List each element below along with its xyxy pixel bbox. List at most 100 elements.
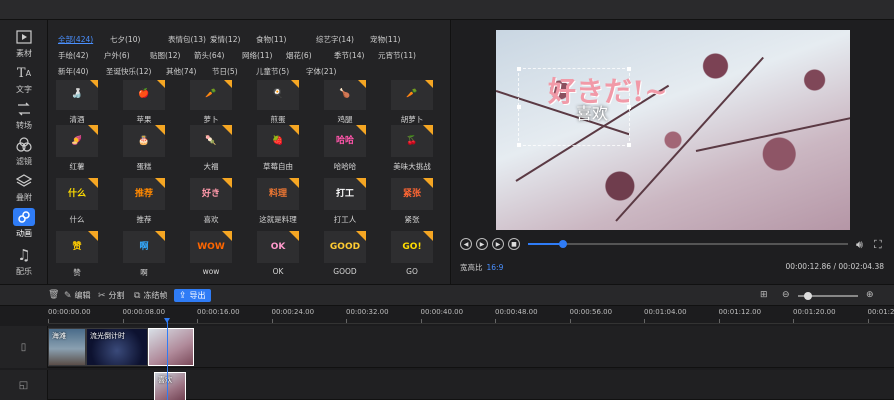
split-button[interactable]: ✂ 分割 xyxy=(98,290,125,301)
playhead[interactable] xyxy=(164,318,170,400)
sticker-tile[interactable]: 🎂 蛋糕 xyxy=(123,125,165,172)
sticker-tile[interactable]: 🍶 清酒 xyxy=(56,80,98,125)
category-tab[interactable]: 圣诞快乐(12) xyxy=(106,66,151,77)
sticker-name: 美味大挑战 xyxy=(393,162,431,171)
download-badge-icon xyxy=(289,125,299,135)
sidebar-item-media[interactable]: 素材 xyxy=(0,28,48,64)
stop-button[interactable]: ■ xyxy=(508,238,520,250)
sticker-tile[interactable]: 赞赞 xyxy=(56,231,98,278)
ruler-tick xyxy=(122,319,124,323)
category-tab[interactable]: 季节(14) xyxy=(334,50,364,61)
category-tab[interactable]: 儿童节(5) xyxy=(256,66,289,77)
sticker-tile[interactable]: 🥕 萝卜 xyxy=(190,80,232,125)
ruler-tick xyxy=(793,319,794,323)
sidebar-item-music[interactable]: ♫ 配乐 xyxy=(0,246,48,282)
sidebar-item-text[interactable]: TA 文字 xyxy=(0,64,48,100)
category-tab[interactable]: 字体(21) xyxy=(306,66,336,77)
forward-button[interactable]: ▶ xyxy=(492,238,504,250)
category-tab[interactable]: 新年(40) xyxy=(58,66,88,77)
category-tab[interactable]: 烟花(6) xyxy=(286,50,312,61)
category-tab[interactable]: 综艺字(14) xyxy=(316,34,354,45)
sticker-tile[interactable]: 🍒 美味大挑战 xyxy=(391,125,433,172)
sticker-tile[interactable]: 🍓 草莓自由 xyxy=(257,125,299,172)
zoom-out-icon[interactable]: ⊖ xyxy=(782,290,793,300)
sticker-art: WOW xyxy=(197,241,225,252)
overlay-track[interactable]: 喜欢 xyxy=(48,370,894,400)
progress-knob[interactable] xyxy=(559,240,568,248)
sticker-tile[interactable]: 🥕 胡萝卜 xyxy=(391,80,433,125)
sticker-art: 🍒 xyxy=(406,135,418,146)
fullscreen-icon[interactable]: ⛶ xyxy=(874,238,882,252)
category-tab[interactable]: 贴图(12) xyxy=(150,50,180,61)
clip-beach[interactable]: 海滩 xyxy=(48,328,86,366)
category-tab[interactable]: 爱情(12) xyxy=(210,34,240,45)
category-tab[interactable]: 户外(6) xyxy=(104,50,130,61)
clip-overlay-text[interactable]: 喜欢 xyxy=(154,372,186,400)
sticker-tile[interactable]: 推荐 推荐 xyxy=(123,178,165,225)
sticker-tile[interactable]: WOW wow xyxy=(190,231,232,276)
sidebar-item-overlay[interactable]: 叠附 xyxy=(0,172,48,208)
category-tab[interactable]: 七夕(10) xyxy=(110,34,140,45)
preview-video[interactable]: 好きだ!~ 喜欢 xyxy=(496,30,850,230)
clip-blossom[interactable] xyxy=(148,328,194,366)
playback-progress-bar[interactable] xyxy=(528,240,848,248)
sticker-thumbnail: 🍓 xyxy=(257,125,299,157)
folder-play-icon xyxy=(13,28,35,46)
sticker-thumbnail: 紧张 xyxy=(391,178,433,210)
delete-button[interactable]: 🗑︎ xyxy=(48,290,62,300)
sticker-tile[interactable]: 什么 什么 xyxy=(56,178,98,225)
sticker-thumbnail: 🍒 xyxy=(391,125,433,157)
aspect-ratio-value: 16:9 xyxy=(486,263,504,272)
aspect-ratio[interactable]: 宽高比 16:9 xyxy=(460,262,503,273)
category-tab[interactable]: 全部(424) xyxy=(58,34,93,45)
sticker-tile[interactable]: 🍗 鸡腿 xyxy=(324,80,366,125)
sidebar-item-animation[interactable]: 动画 xyxy=(0,208,48,244)
timeline-ruler[interactable]: 00:00:00.00 00:00:08.00 00:00:16.00 00:00:2… xyxy=(48,306,894,324)
sticker-name: 蛋糕 xyxy=(136,162,152,171)
edit-button[interactable]: ✎ 编辑 xyxy=(64,290,91,301)
sticker-tile[interactable]: 打工 打工人 xyxy=(324,178,366,225)
sticker-tile[interactable]: 紧张 紧张 xyxy=(391,178,433,225)
category-tab[interactable]: 食物(11) xyxy=(256,34,286,45)
export-button[interactable]: ⇪ 导出 xyxy=(174,289,211,302)
sticker-tile[interactable]: 啊啊 xyxy=(123,231,165,278)
sticker-tile[interactable]: 好き 喜欢 xyxy=(190,178,232,225)
category-tab[interactable]: 手绘(42) xyxy=(58,50,88,61)
sticker-tile[interactable]: GOOD GOOD xyxy=(324,231,366,276)
clip-countdown[interactable]: 流光倒计时 xyxy=(86,328,148,366)
time-readout: 00:00:12.86 / 00:02:04.38 xyxy=(785,262,884,271)
ruler-tick-label: 00:00:48.00 xyxy=(495,308,538,316)
fit-icon[interactable]: ⊞ xyxy=(760,290,771,300)
category-tab[interactable]: 表情包(13) xyxy=(168,34,206,45)
sidebar-item-filter[interactable]: 滤镜 xyxy=(0,136,48,172)
ruler-tick-label: 00:01:04.00 xyxy=(644,308,687,316)
sticker-tile[interactable]: 料理 这就是料理 xyxy=(257,178,299,225)
zoom-in-icon[interactable]: ⊕ xyxy=(866,290,877,300)
sticker-tile[interactable]: GO! GO xyxy=(391,231,433,276)
sticker-tile[interactable]: 🍡 大福 xyxy=(190,125,232,172)
category-tab[interactable]: 箭头(64) xyxy=(194,50,224,61)
freeze-frame-button[interactable]: ⧉ 冻结帧 xyxy=(134,290,167,301)
sticker-tile[interactable]: 🍠 红薯 xyxy=(56,125,98,172)
category-tab[interactable]: 节日(5) xyxy=(212,66,238,77)
video-track[interactable]: 海滩 流光倒计时 xyxy=(48,326,894,368)
category-tab[interactable]: 网络(11) xyxy=(242,50,272,61)
rewind-button[interactable]: ◀ xyxy=(460,238,472,250)
sidebar-item-transition[interactable]: 转场 xyxy=(0,100,48,136)
download-badge-icon xyxy=(222,125,232,135)
sticker-tile[interactable]: 🍎 苹果 xyxy=(123,80,165,125)
sticker-name: GO xyxy=(406,267,418,276)
category-tab[interactable]: 其他(74) xyxy=(166,66,196,77)
play-button[interactable]: ▶ xyxy=(476,238,488,250)
sticker-tile[interactable]: 🍳 煎蛋 xyxy=(257,80,299,125)
category-tab[interactable]: 元宵节(11) xyxy=(378,50,416,61)
zoom-knob[interactable] xyxy=(804,292,812,300)
category-tab[interactable]: 宠物(11) xyxy=(370,34,400,45)
sticker-art: 🥕 xyxy=(406,88,418,99)
volume-icon[interactable]: 🔊︎ xyxy=(856,238,863,252)
download-badge-icon xyxy=(88,80,98,88)
sticker-art: GO! xyxy=(402,241,422,252)
ruler-tick xyxy=(644,319,645,323)
sticker-tile[interactable]: OK OK xyxy=(257,231,299,276)
sticker-tile[interactable]: 哈哈 哈哈哈 xyxy=(324,125,366,172)
